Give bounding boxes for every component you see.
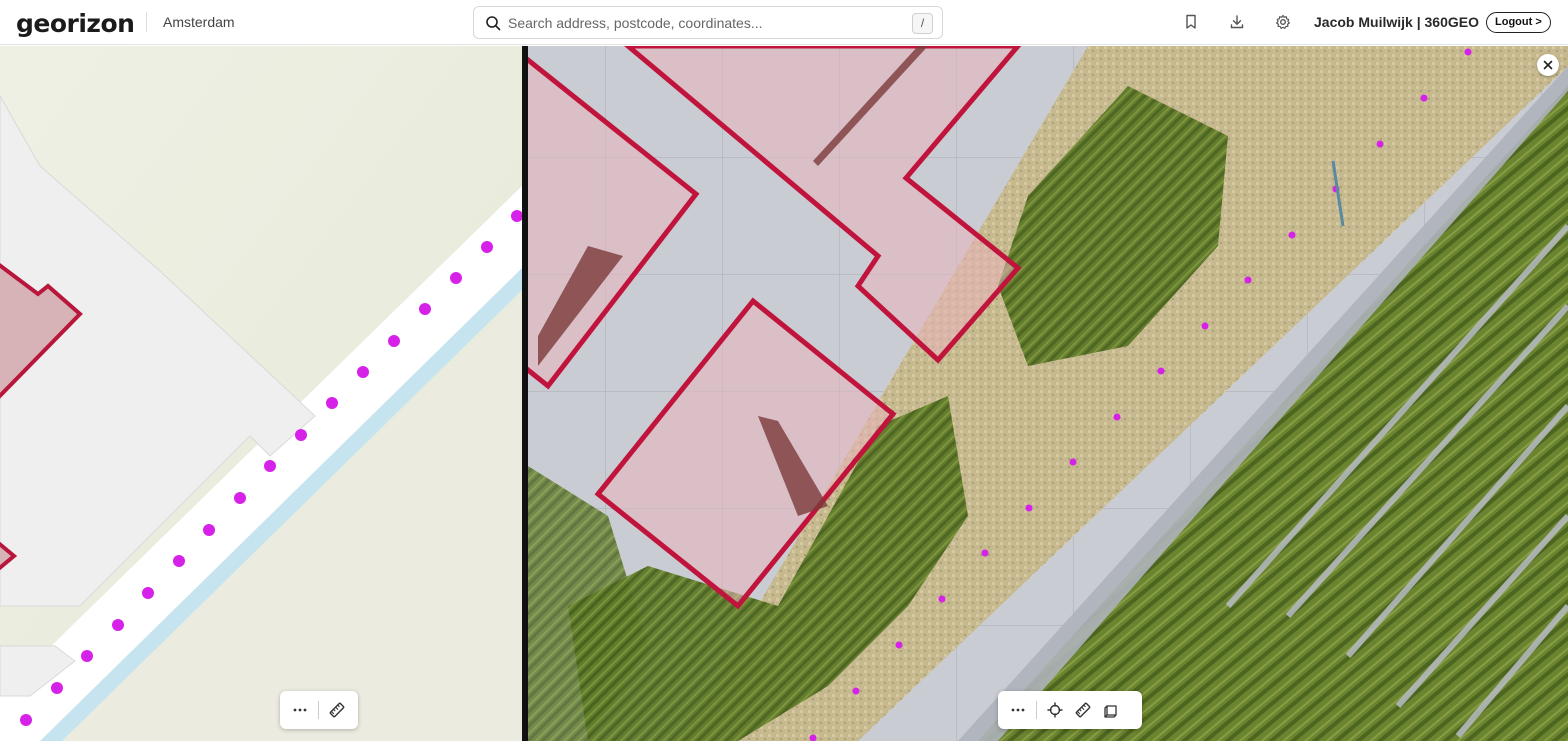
logout-button[interactable]: Logout > [1486, 12, 1551, 33]
app-header: georizon Amsterdam / Jacob Muilwijk | 36… [0, 0, 1568, 45]
cube-icon [1104, 705, 1117, 718]
pointcloud-canvas[interactable] [528, 46, 1568, 741]
search-input[interactable] [508, 12, 898, 34]
pointcloud-view[interactable] [528, 46, 1568, 741]
settings-button[interactable] [1272, 11, 1294, 33]
city-name: Amsterdam [163, 14, 235, 30]
more-button[interactable] [286, 696, 314, 724]
crosshair-icon [1047, 702, 1063, 718]
more-icon [1011, 708, 1025, 712]
toolbar-separator [318, 701, 319, 719]
download-button[interactable] [1226, 11, 1248, 33]
user-name: Jacob Muilwijk | 360GEO [1314, 14, 1479, 30]
search-bar[interactable]: / [473, 6, 943, 39]
bookmark-button[interactable] [1180, 11, 1202, 33]
measure-button[interactable] [323, 696, 351, 724]
gear-icon [1276, 14, 1290, 29]
measure-button[interactable] [1069, 696, 1097, 724]
box-button[interactable] [1097, 696, 1125, 724]
map-view[interactable] [0, 46, 522, 741]
close-icon [1543, 60, 1553, 70]
more-icon [293, 708, 307, 712]
ruler-icon [1075, 702, 1091, 718]
locate-button[interactable] [1041, 696, 1069, 724]
download-icon [1230, 15, 1244, 29]
pointcloud-toolbar [998, 691, 1142, 729]
search-shortcut-key: / [912, 13, 933, 34]
more-button[interactable] [1004, 696, 1032, 724]
ruler-icon [329, 702, 345, 718]
search-icon [486, 16, 501, 31]
map-canvas[interactable] [0, 46, 522, 741]
header-divider [146, 12, 147, 32]
toolbar-separator [1036, 701, 1037, 719]
map-toolbar [280, 691, 358, 729]
app-logo[interactable]: georizon [16, 9, 135, 38]
bookmark-icon [1186, 14, 1196, 29]
close-view-button[interactable] [1537, 54, 1559, 76]
